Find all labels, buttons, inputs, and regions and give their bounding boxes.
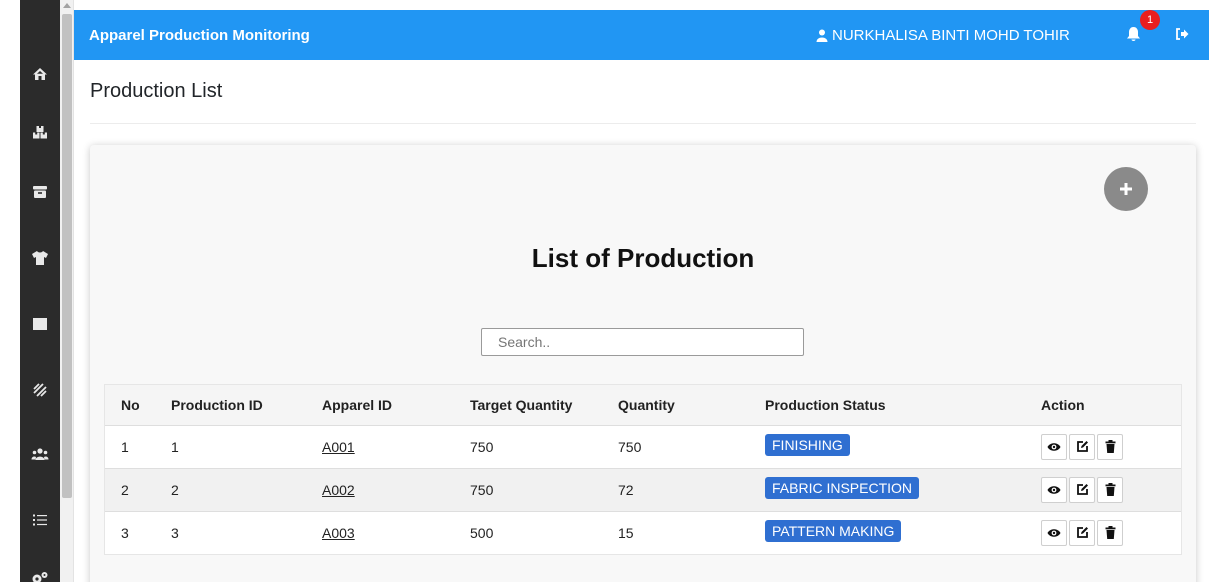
plus-icon: [1120, 183, 1132, 195]
card-title: List of Production: [531, 243, 755, 273]
brand-title[interactable]: Apparel Production Monitoring: [89, 27, 310, 44]
status-badge: PATTERN MAKING: [765, 520, 902, 543]
trash-icon: [1105, 526, 1115, 540]
cell-target-quantity: 750: [470, 438, 494, 455]
trash-icon: [1105, 440, 1115, 453]
cell-target-quantity: 750: [470, 481, 494, 498]
header-no: No: [121, 396, 140, 413]
cell-no: 1: [121, 438, 129, 455]
header-apparel-id: Apparel ID: [322, 396, 393, 413]
users-icon[interactable]: [20, 442, 60, 466]
cell-production-id: 2: [171, 481, 179, 498]
vertical-scrollbar[interactable]: [60, 0, 74, 582]
view-button[interactable]: [1041, 519, 1067, 546]
scroll-thumb[interactable]: [62, 14, 72, 498]
table-row: 1 1 A001 750 750 FINISHING: [105, 425, 1181, 468]
cell-quantity: 750: [618, 438, 642, 455]
edit-button[interactable]: [1069, 476, 1095, 503]
apparel-id-link[interactable]: A002: [322, 482, 355, 498]
user-name: NURKHALISA BINTI MOHD TOHIR: [832, 27, 1070, 44]
table-row: 3 3 A003 500 15 PATTERN MAKING: [105, 511, 1181, 554]
sidebar: [20, 0, 60, 582]
trash-icon: [1105, 483, 1115, 496]
user-menu[interactable]: NURKHALISA BINTI MOHD TOHIR: [816, 27, 1070, 44]
edit-button[interactable]: [1069, 519, 1095, 546]
status-badge: FABRIC INSPECTION: [765, 477, 920, 499]
eye-icon: [1047, 529, 1061, 537]
boxes-icon[interactable]: [20, 120, 60, 144]
notification-bell-icon[interactable]: [1126, 26, 1141, 47]
cell-no: 2: [121, 481, 129, 498]
apparel-id-link[interactable]: A001: [322, 439, 355, 455]
search-input[interactable]: [481, 328, 804, 356]
edit-button[interactable]: [1069, 433, 1095, 460]
square-icon[interactable]: [20, 312, 60, 336]
edit-icon: [1076, 441, 1088, 452]
cell-production-id: 3: [171, 524, 179, 541]
cell-quantity: 15: [618, 524, 634, 541]
delete-button[interactable]: [1097, 433, 1123, 460]
layers-icon[interactable]: [20, 378, 60, 402]
list-icon[interactable]: [20, 508, 60, 532]
header-action: Action: [1041, 396, 1085, 413]
notification-badge: 1: [1140, 10, 1160, 30]
cell-quantity: 72: [618, 481, 634, 498]
eye-icon: [1047, 442, 1061, 451]
tshirt-icon[interactable]: [20, 246, 60, 270]
delete-button[interactable]: [1097, 476, 1123, 503]
add-production-button[interactable]: [1104, 167, 1148, 211]
archive-icon[interactable]: [20, 180, 60, 204]
title-divider: [90, 123, 1196, 124]
page-title: Production List: [90, 80, 223, 102]
cell-target-quantity: 500: [470, 524, 494, 541]
delete-button[interactable]: [1097, 519, 1123, 546]
header-production-status: Production Status: [765, 396, 886, 413]
view-button[interactable]: [1041, 433, 1067, 460]
production-card: List of Production No Production ID Appa…: [90, 145, 1196, 582]
apparel-id-link[interactable]: A003: [322, 525, 355, 541]
table-header-row: No Production ID Apparel ID Target Quant…: [105, 385, 1181, 425]
eye-icon: [1047, 485, 1061, 494]
top-navbar: Apparel Production Monitoring NURKHALISA…: [74, 10, 1209, 60]
table-row: 2 2 A002 750 72 FABRIC INSPECTION: [105, 468, 1181, 511]
page-gutter: [0, 0, 20, 582]
scroll-up-arrow-icon[interactable]: [63, 3, 71, 8]
cogs-icon[interactable]: [20, 566, 60, 582]
header-production-id: Production ID: [171, 396, 263, 413]
cell-no: 3: [121, 524, 129, 541]
edit-icon: [1076, 484, 1088, 495]
user-icon: [816, 29, 828, 42]
edit-icon: [1076, 527, 1088, 539]
view-button[interactable]: [1041, 476, 1067, 503]
home-icon[interactable]: [20, 62, 60, 86]
logout-icon[interactable]: [1175, 27, 1189, 46]
header-target-quantity: Target Quantity: [470, 396, 573, 413]
production-table: No Production ID Apparel ID Target Quant…: [104, 384, 1182, 555]
cell-production-id: 1: [171, 438, 179, 455]
header-quantity: Quantity: [618, 396, 675, 413]
status-badge: FINISHING: [765, 434, 850, 456]
